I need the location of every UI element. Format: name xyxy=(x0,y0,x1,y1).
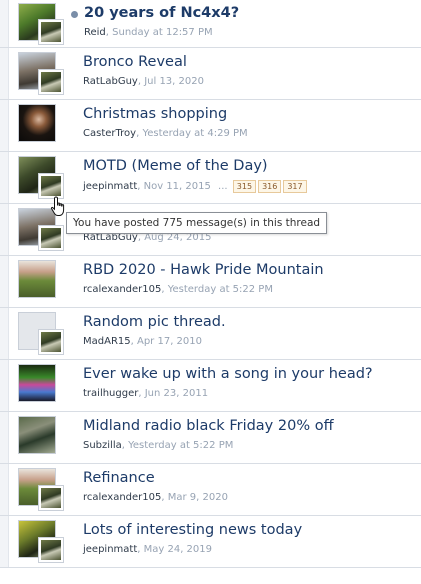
avatar[interactable] xyxy=(18,104,56,142)
page-jump: ... 315 316 317 xyxy=(218,180,307,193)
thread-author[interactable]: jeepinmatt xyxy=(83,181,137,192)
row-indicator xyxy=(0,204,9,255)
avatar[interactable] xyxy=(18,260,56,298)
thread-author[interactable]: rcalexander105 xyxy=(83,492,161,503)
thread-row[interactable]: Lots of interesting news today jeepinmat… xyxy=(0,516,421,568)
thread-time[interactable]: May 24, 2019 xyxy=(144,544,212,555)
post-count-tooltip: You have posted 775 message(s) in this t… xyxy=(66,212,328,234)
thread-row[interactable]: 20 years of Nc4x4? Reid, Sunday at 12:57… xyxy=(0,0,421,48)
hand-cursor-icon xyxy=(50,196,65,216)
row-indicator xyxy=(0,516,9,567)
thread-row[interactable]: Random pic thread. MadAR15, Apr 17, 2010 xyxy=(0,308,421,360)
unread-indicator-icon xyxy=(71,11,78,18)
last-poster-avatar[interactable] xyxy=(39,174,63,198)
thread-time[interactable]: Apr 17, 2010 xyxy=(137,336,202,347)
thread-title[interactable]: Bronco Reveal xyxy=(83,54,187,70)
thread-meta: Subzilla, Yesterday at 5:22 PM xyxy=(83,440,234,451)
thread-title[interactable]: Lots of interesting news today xyxy=(83,522,302,538)
row-indicator xyxy=(0,360,9,411)
row-indicator xyxy=(0,412,9,463)
thread-author[interactable]: RatLabGuy xyxy=(83,76,138,87)
thread-row[interactable]: Refinance rcalexander105, Mar 9, 2020 xyxy=(0,464,421,516)
page-link[interactable]: 316 xyxy=(258,180,282,193)
thread-time[interactable]: Yesterday at 4:29 PM xyxy=(142,128,247,139)
last-poster-avatar[interactable] xyxy=(39,20,63,44)
thread-author[interactable]: MadAR15 xyxy=(83,336,131,347)
row-indicator xyxy=(0,0,9,47)
thread-time[interactable]: Yesterday at 5:22 PM xyxy=(168,284,273,295)
thread-title[interactable]: Midland radio black Friday 20% off xyxy=(83,418,334,434)
thread-time[interactable]: Nov 11, 2015 xyxy=(144,181,211,192)
thread-row[interactable]: Ever wake up with a song in your head? t… xyxy=(0,360,421,412)
thread-row[interactable]: Bronco Reveal RatLabGuy, Jul 13, 2020 xyxy=(0,48,421,100)
row-indicator xyxy=(0,100,9,151)
last-poster-avatar[interactable] xyxy=(39,538,63,562)
thread-meta: trailhugger, Jun 23, 2011 xyxy=(83,388,209,399)
pagination-ellipsis: ... xyxy=(218,181,228,192)
last-poster-avatar[interactable] xyxy=(39,486,63,510)
row-indicator xyxy=(0,308,9,359)
thread-meta: CasterTroy, Yesterday at 4:29 PM xyxy=(83,128,248,139)
thread-meta: rcalexander105, Yesterday at 5:22 PM xyxy=(83,284,273,295)
thread-row[interactable]: RBD 2020 - Hawk Pride Mountain rcalexand… xyxy=(0,256,421,308)
thread-title[interactable]: Refinance xyxy=(83,470,155,486)
thread-title[interactable]: MOTD (Meme of the Day) xyxy=(83,158,268,174)
thread-author[interactable]: trailhugger xyxy=(83,388,138,399)
thread-title[interactable]: RBD 2020 - Hawk Pride Mountain xyxy=(83,262,324,278)
thread-title[interactable]: 20 years of Nc4x4? xyxy=(84,5,239,21)
avatar[interactable] xyxy=(18,364,56,402)
thread-author[interactable]: CasterTroy xyxy=(83,128,136,139)
thread-time[interactable]: Mar 9, 2020 xyxy=(168,492,228,503)
row-indicator xyxy=(0,464,9,515)
thread-time[interactable]: Sunday at 12:57 PM xyxy=(112,27,212,38)
page-link[interactable]: 317 xyxy=(283,180,307,193)
thread-author[interactable]: rcalexander105 xyxy=(83,284,161,295)
thread-meta: jeepinmatt, May 24, 2019 xyxy=(83,544,213,555)
thread-title[interactable]: Ever wake up with a song in your head? xyxy=(83,366,373,382)
row-indicator xyxy=(0,256,9,307)
thread-meta: Reid, Sunday at 12:57 PM xyxy=(84,27,213,38)
row-indicator xyxy=(0,152,9,203)
row-indicator xyxy=(0,48,9,99)
page-link[interactable]: 315 xyxy=(232,180,257,193)
thread-author[interactable]: Reid xyxy=(84,27,106,38)
thread-time[interactable]: Yesterday at 5:22 PM xyxy=(128,440,233,451)
avatar[interactable] xyxy=(18,416,56,454)
thread-list: 20 years of Nc4x4? Reid, Sunday at 12:57… xyxy=(0,0,421,568)
thread-time[interactable]: Jul 13, 2020 xyxy=(144,76,204,87)
thread-title[interactable]: Christmas shopping xyxy=(83,106,227,122)
thread-meta: jeepinmatt, Nov 11, 2015 ... 315 316 317 xyxy=(83,180,307,193)
thread-time[interactable]: Jun 23, 2011 xyxy=(145,388,208,399)
thread-meta: MadAR15, Apr 17, 2010 xyxy=(83,336,202,347)
last-poster-avatar[interactable] xyxy=(39,70,63,94)
thread-row[interactable]: Christmas shopping CasterTroy, Yesterday… xyxy=(0,100,421,152)
thread-author[interactable]: Subzilla xyxy=(83,440,122,451)
thread-author[interactable]: jeepinmatt xyxy=(83,544,137,555)
thread-meta: RatLabGuy, Jul 13, 2020 xyxy=(83,76,204,87)
thread-title[interactable]: Random pic thread. xyxy=(83,314,226,330)
last-poster-avatar[interactable] xyxy=(39,330,63,354)
last-poster-avatar[interactable] xyxy=(39,226,63,250)
thread-row[interactable]: Midland radio black Friday 20% off Subzi… xyxy=(0,412,421,464)
thread-meta: rcalexander105, Mar 9, 2020 xyxy=(83,492,228,503)
